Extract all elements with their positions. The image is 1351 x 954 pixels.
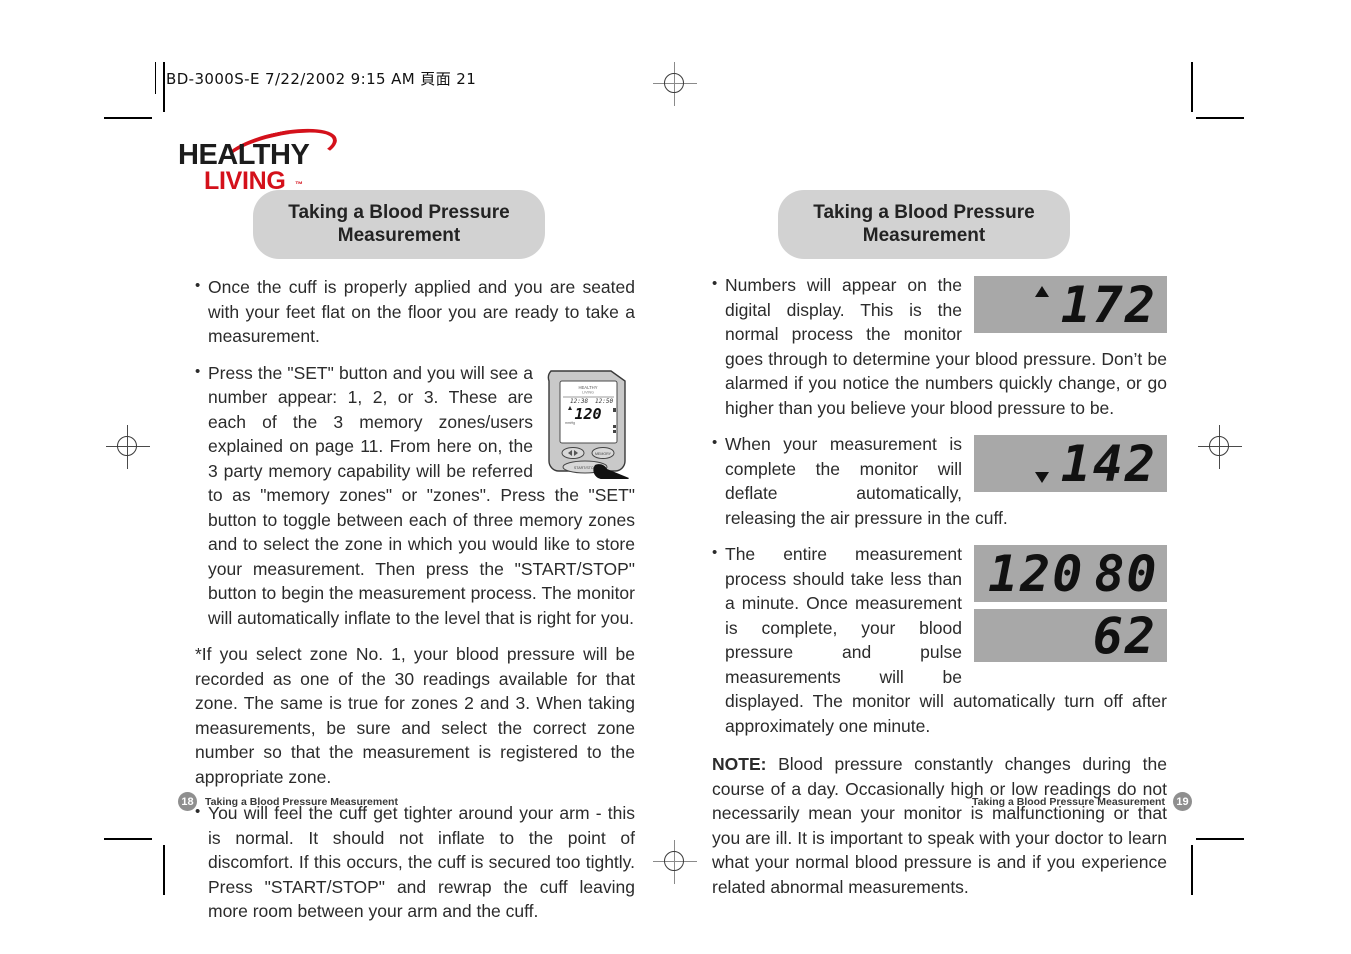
crop-mark-bottom-left-h [104, 838, 152, 840]
registration-mark-left [106, 425, 150, 469]
note-label: NOTE: [712, 754, 767, 774]
footer-label: Taking a Blood Pressure Measurement [972, 795, 1165, 808]
page-number-badge: 18 [178, 792, 197, 811]
left-page-column: Taking a Blood Pressure Measurement Once… [195, 190, 635, 924]
left-page-title: Taking a Blood Pressure Measurement [253, 190, 545, 259]
crop-mark-bottom-left-v [163, 845, 165, 895]
left-page-body: Once the cuff is properly applied and yo… [195, 274, 635, 924]
list-item-text: When your measurement is complete the mo… [725, 434, 1008, 528]
svg-text:MEMORY: MEMORY [595, 452, 612, 456]
lcd-value: 142 [1060, 434, 1157, 493]
registration-mark-top [653, 62, 697, 106]
svg-text:HEALTHY: HEALTHY [578, 385, 597, 390]
crop-mark-top-right-v [1191, 62, 1193, 112]
logo-trademark-icon: ™ [295, 180, 303, 189]
arrow-down-icon [1034, 471, 1049, 483]
lcd-panel-pulse-reading: 62 [974, 609, 1167, 662]
crop-mark-bottom-right-v [1191, 845, 1193, 895]
lcd-panel-inflating-reading: 172 [974, 276, 1167, 333]
svg-text:120: 120 [574, 405, 601, 423]
footer-label: Taking a Blood Pressure Measurement [205, 795, 398, 808]
right-page-title: Taking a Blood Pressure Measurement [778, 190, 1070, 259]
note-block: NOTE: Blood pressure constantly changes … [712, 752, 1167, 899]
lcd-value: 172 [1060, 275, 1157, 334]
right-page-title-line1: Taking a Blood Pressure [813, 202, 1035, 223]
registration-mark-bottom [653, 840, 697, 884]
list-item: 172 Numbers will appear on the digital d… [712, 272, 1167, 420]
left-page-title-line1: Taking a Blood Pressure [288, 202, 510, 223]
list-item: Once the cuff is properly applied and yo… [195, 274, 635, 349]
zone-footnote: *If you select zone No. 1, your blood pr… [195, 644, 635, 787]
lcd-value-diastolic: 80 [1094, 544, 1159, 603]
scan-header-divider [155, 62, 156, 94]
registration-mark-right [1198, 425, 1242, 469]
list-item: HEALTHY LIVING 12:38 12:50 120 mmHg MEMO… [195, 360, 635, 631]
scan-header: BD-3000S-E 7/22/2002 9:15 AM 頁面 21 [155, 62, 476, 94]
lcd-value-pulse: 62 [1092, 606, 1157, 665]
list-item: 120 80 62 The entire measurement process… [712, 541, 1167, 738]
scan-header-text: BD-3000S-E 7/22/2002 9:15 AM 頁面 21 [166, 69, 477, 88]
svg-text:12:38: 12:38 [570, 398, 588, 405]
list-item: You will feel the cuff get tighter aroun… [195, 800, 635, 924]
list-item: 142 When your measurement is complete th… [712, 431, 1167, 530]
svg-text:LIVING: LIVING [582, 390, 594, 394]
blood-pressure-monitor-illustration: HEALTHY LIVING 12:38 12:50 120 mmHg MEMO… [547, 369, 629, 479]
scanned-manual-page: BD-3000S-E 7/22/2002 9:15 AM 頁面 21 HEALT… [0, 0, 1351, 954]
healthy-living-logo: HEALTHY LIVING ™ [178, 120, 341, 195]
svg-text:mmHg: mmHg [565, 421, 575, 425]
arrow-up-icon [1034, 285, 1049, 297]
crop-mark-bottom-right-h [1196, 838, 1244, 840]
left-page-title-line2: Measurement [337, 225, 461, 246]
svg-text:START/STOP: START/STOP [574, 466, 597, 470]
note-text: Blood pressure constantly changes during… [712, 754, 1167, 897]
page-number-badge: 19 [1172, 792, 1192, 811]
svg-text:12:50: 12:50 [595, 398, 613, 405]
crop-mark-top-right-h [1196, 117, 1244, 119]
lcd-panel-systolic-diastolic-reading: 120 80 [974, 545, 1167, 602]
right-page-footer: Taking a Blood Pressure Measurement 19 [972, 792, 1192, 811]
lcd-value-systolic: 120 [988, 544, 1085, 603]
left-page-footer: 18 Taking a Blood Pressure Measurement [178, 792, 398, 811]
lcd-panel-deflating-reading: 142 [974, 435, 1167, 492]
right-page-title-line2: Measurement [862, 225, 986, 246]
crop-mark-top-left-h [104, 117, 152, 119]
